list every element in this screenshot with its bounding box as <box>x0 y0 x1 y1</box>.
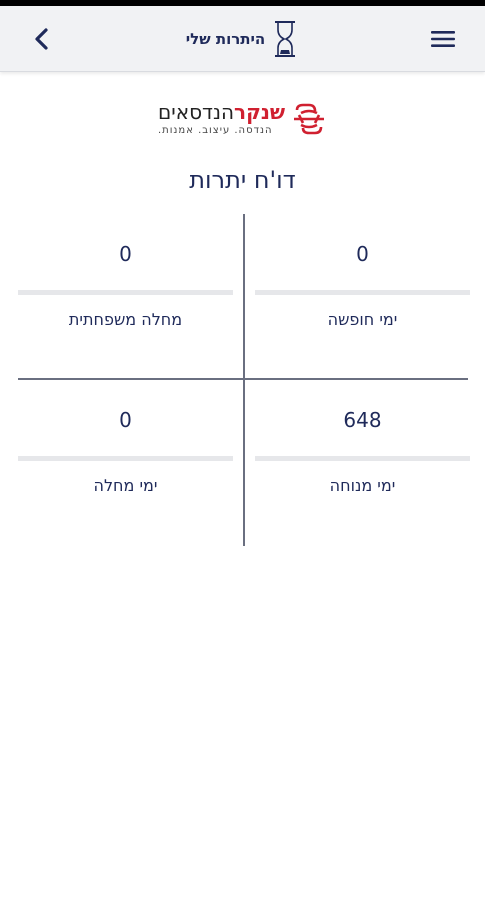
balance-divider-bar <box>18 290 233 295</box>
logo-name-accent: שנקר <box>234 100 286 124</box>
balance-value: 648 <box>343 408 382 432</box>
balance-value: 0 <box>119 408 132 432</box>
balance-cell-rest: 648 ימי מנוחה <box>255 380 470 544</box>
page-title: היתרות שלי <box>185 30 266 48</box>
logo-name: שנקרהנדסאים <box>158 100 285 124</box>
balance-value: 0 <box>119 242 132 266</box>
report-title: דו'ח יתרות <box>189 166 296 194</box>
balance-divider-bar <box>18 456 233 461</box>
hamburger-menu-icon <box>431 31 455 47</box>
balance-label: ימי מנוחה <box>329 476 396 495</box>
logo-emblem-icon <box>294 103 325 135</box>
logo-tagline: הנדסה. עיצוב. אמנות. <box>157 125 273 136</box>
app-header: היתרות שלי <box>0 6 485 72</box>
balance-label: ימי חופשה <box>327 310 398 329</box>
logo-text: שנקרהנדסאים הנדסה. עיצוב. אמנות. <box>158 100 285 138</box>
balance-divider-bar <box>255 456 470 461</box>
balance-cell-vacation: 0 ימי חופשה <box>255 214 470 378</box>
balance-value: 0 <box>356 242 369 266</box>
balance-label: מחלה משפחתית <box>68 310 183 329</box>
grid-vertical-divider <box>243 214 245 546</box>
balance-cell-family-sick: 0 מחלה משפחתית <box>18 214 233 378</box>
header-title-group: היתרות שלי <box>0 18 485 60</box>
logo-name-rest: הנדסאים <box>157 100 235 124</box>
balance-cell-sick: 0 ימי מחלה <box>18 380 233 544</box>
hourglass-icon <box>271 19 299 59</box>
brand-logo: שנקרהנדסאים הנדסה. עיצוב. אמנות. <box>0 100 485 152</box>
balance-divider-bar <box>255 290 470 295</box>
balance-label: ימי מחלה <box>93 476 158 495</box>
menu-button[interactable] <box>425 22 461 56</box>
balances-grid: 0 ימי חופשה 0 מחלה משפחתית 648 ימי מנוחה… <box>18 214 470 546</box>
